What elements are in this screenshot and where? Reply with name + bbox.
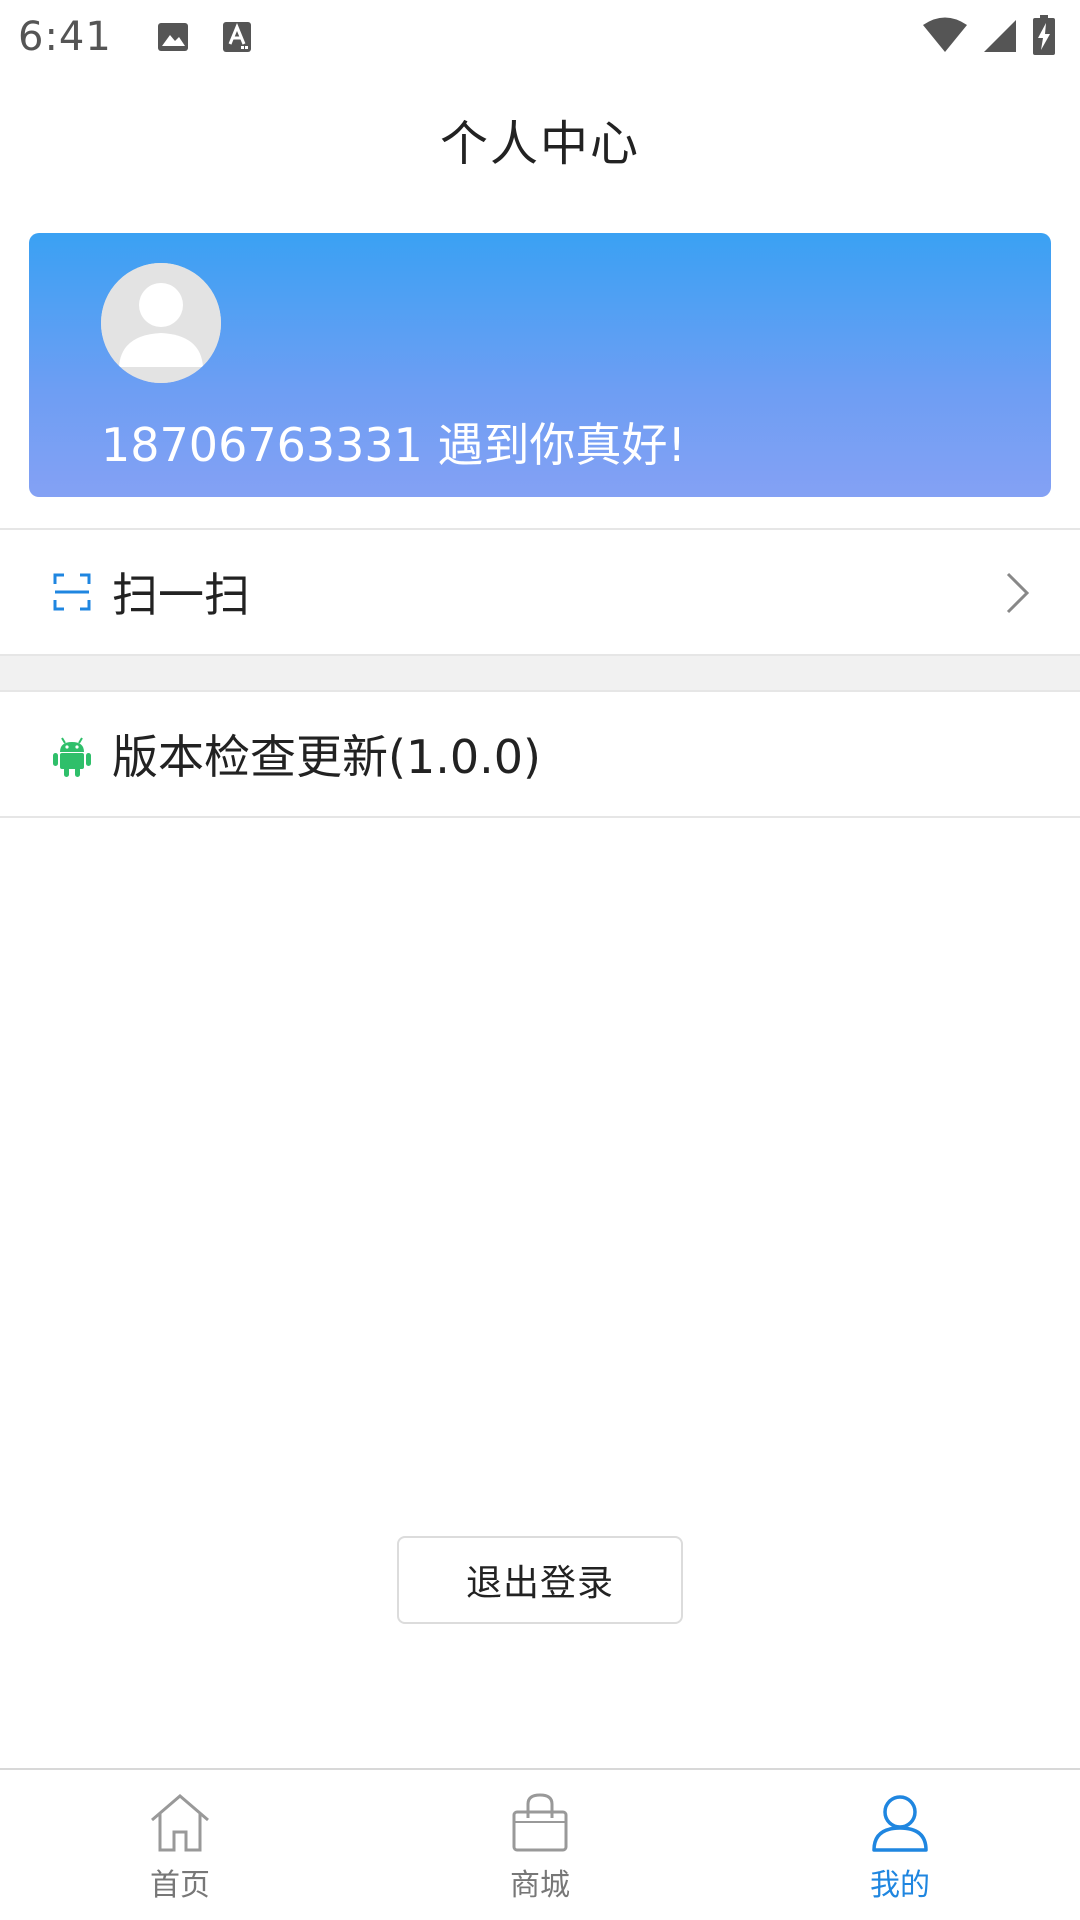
nav-item-mall[interactable]: 商城	[440, 1792, 640, 1912]
status-right	[922, 14, 1056, 60]
nav-item-home[interactable]: 首页	[80, 1792, 280, 1912]
shopping-bag-icon	[512, 1793, 568, 1852]
status-left: 6:41	[18, 14, 288, 60]
wifi-icon	[922, 16, 968, 58]
logout-button[interactable]: 退出登录	[397, 1536, 683, 1624]
nav-label-mall: 商城	[510, 1868, 570, 1903]
profile-greeting: 18706763331 遇到你真好!	[101, 418, 686, 472]
home-icon	[151, 1794, 209, 1852]
scan-frame-icon	[52, 572, 92, 612]
menu-row-version-check[interactable]: 版本检查更新(1.0.0)	[0, 690, 1080, 818]
section-divider	[0, 656, 1080, 690]
chevron-right-icon	[1002, 570, 1032, 616]
cell-signal-icon	[982, 16, 1018, 58]
image-icon	[156, 20, 190, 54]
bottom-nav: 首页 商城 我的	[0, 1768, 1080, 1920]
nav-item-mine[interactable]: 我的	[800, 1792, 1000, 1912]
nav-label-mine: 我的	[870, 1868, 930, 1903]
battery-charging-icon	[1032, 14, 1056, 60]
status-bar: 6:41	[0, 0, 1080, 74]
menu-label-scan: 扫一扫	[112, 568, 250, 622]
menu-label-version-check: 版本检查更新(1.0.0)	[112, 730, 541, 784]
nav-label-home: 首页	[150, 1868, 210, 1903]
status-time: 6:41	[18, 14, 112, 60]
screen: 6:41 个人中心 18706763331 遇到你真好! 扫一扫 版本检查更新(…	[0, 0, 1080, 1920]
user-icon	[872, 1795, 928, 1852]
android-icon	[52, 734, 92, 777]
page-title: 个人中心	[439, 116, 640, 172]
text-a-icon	[222, 20, 256, 54]
menu-row-scan[interactable]: 扫一扫	[0, 528, 1080, 656]
avatar-placeholder-icon	[101, 263, 221, 383]
avatar[interactable]	[101, 263, 221, 383]
profile-card[interactable]: 18706763331 遇到你真好!	[29, 233, 1051, 497]
